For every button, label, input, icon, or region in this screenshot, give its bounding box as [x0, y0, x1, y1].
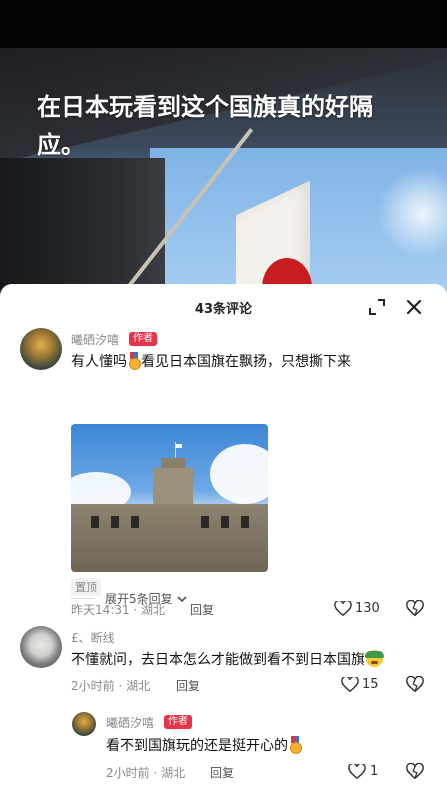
dislike-heart-icon[interactable]: [406, 676, 424, 694]
medal-emoji-icon: [128, 352, 141, 370]
photo-window: [111, 516, 119, 528]
expand-icon[interactable]: [369, 299, 385, 315]
comment-text-part: 有人懂吗: [71, 354, 127, 370]
photo-flag: [176, 444, 182, 448]
photo-window: [91, 516, 99, 528]
photo-building: [71, 504, 268, 572]
photo-cloud: [210, 444, 268, 504]
comment-time-location: 2小时前 · 湖北: [106, 766, 186, 780]
dislike-heart-icon[interactable]: [406, 763, 424, 781]
like-count: 130: [355, 601, 380, 616]
expand-replies-label: 展开5条回复: [105, 592, 173, 606]
comment-text: 看不到国旗玩的还是挺开心的: [106, 736, 302, 756]
avatar[interactable]: [20, 328, 62, 370]
comment-username[interactable]: £、断线: [71, 629, 115, 646]
face-emoji-icon: [365, 650, 384, 667]
heart-icon[interactable]: [348, 764, 366, 780]
comment-username[interactable]: 曦硒汐嘻: [106, 714, 154, 731]
avatar[interactable]: [20, 626, 62, 668]
reply-button[interactable]: 回复: [210, 764, 234, 781]
expand-replies-button[interactable]: 展开5条回复: [105, 590, 188, 607]
status-bar: [0, 0, 447, 48]
like-count: 1: [370, 764, 379, 779]
comment-item: £、断线 不懂就问，去日本怎么才能做到看不到日本国旗 2小时前 · 湖北 回复 …: [0, 626, 447, 706]
photo-window: [241, 516, 249, 528]
video-pillar: [0, 158, 165, 298]
comment-text-part: 看不到国旗玩的还是挺开心的: [106, 738, 288, 754]
photo-window: [221, 516, 229, 528]
comment-photo[interactable]: [71, 424, 268, 572]
chevron-down-icon: [177, 596, 188, 603]
pinned-tag: 置顶: [71, 578, 101, 596]
comment-text-part: 不懂就问，去日本怎么才能做到看不到日本国旗: [71, 652, 365, 668]
author-badge: 作者: [129, 332, 157, 346]
photo-tower: [153, 468, 193, 508]
comment-text-part: 看见日本国旗在飘扬，只想撕下来: [141, 354, 351, 370]
heart-icon[interactable]: [334, 601, 352, 617]
expand-divider: [71, 598, 95, 599]
reply-button[interactable]: 回复: [176, 677, 200, 694]
comment-time-location: 2小时前 · 湖北: [71, 679, 151, 693]
author-badge: 作者: [164, 715, 192, 729]
medal-emoji-icon: [289, 736, 302, 754]
reply-button[interactable]: 回复: [190, 601, 214, 618]
comments-panel: 43条评论 曦硒汐嘻 作者 有人懂吗 看见日本国旗在飘扬，只想撕下来 置顶 昨天…: [0, 284, 447, 800]
photo-window: [201, 516, 209, 528]
comments-header: 43条评论: [0, 284, 447, 328]
heart-icon[interactable]: [341, 677, 359, 693]
comment-text: 不懂就问，去日本怎么才能做到看不到日本国旗: [71, 650, 384, 670]
video-player[interactable]: 在日本玩看到这个国旗真的好隔应。: [0, 48, 447, 298]
comment-text: 有人懂吗 看见日本国旗在飘扬，只想撕下来: [71, 352, 351, 372]
video-caption: 在日本玩看到这个国旗真的好隔应。: [37, 93, 373, 159]
dislike-heart-icon[interactable]: [406, 600, 424, 618]
comment-username[interactable]: 曦硒汐嘻: [71, 331, 119, 348]
close-icon[interactable]: [405, 298, 423, 316]
photo-window: [131, 516, 139, 528]
reply-item: 曦硒汐嘻 作者 看不到国旗玩的还是挺开心的 2小时前 · 湖北 回复 1: [0, 712, 447, 792]
like-count: 15: [362, 677, 379, 692]
comment-item: 曦硒汐嘻 作者 有人懂吗 看见日本国旗在飘扬，只想撕下来 置顶 昨天14:31 ·…: [0, 328, 447, 617]
avatar[interactable]: [72, 712, 96, 736]
